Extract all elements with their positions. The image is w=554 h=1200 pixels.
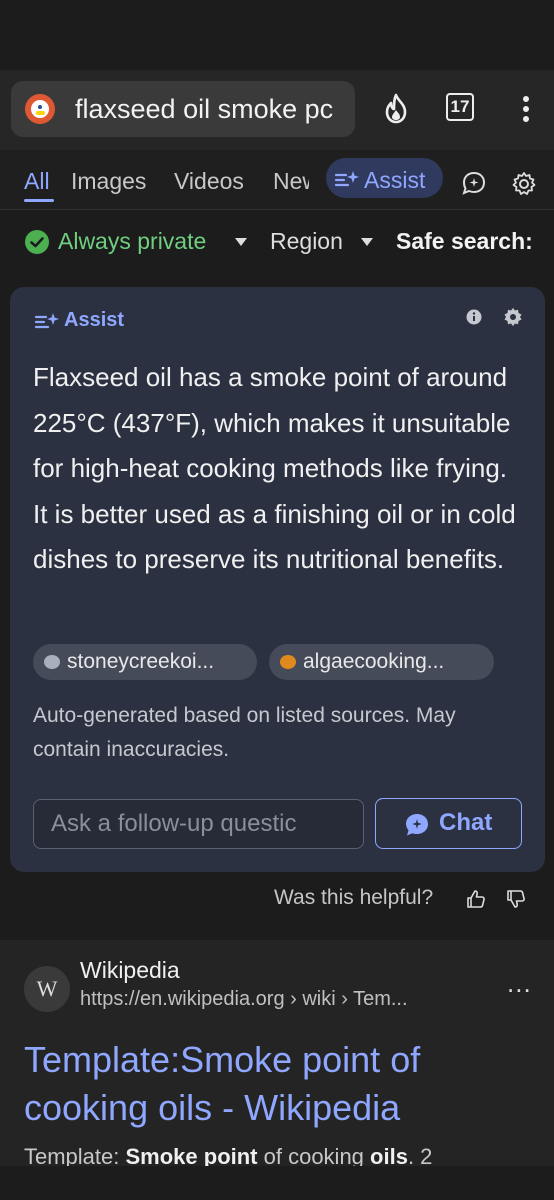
tab-assist[interactable]: Assist — [326, 158, 443, 198]
region-filter[interactable]: Region — [270, 228, 343, 255]
chevron-down-icon — [361, 238, 373, 246]
tabs-counter-button[interactable]: 17 — [446, 93, 474, 121]
feedback-question: Was this helpful? — [274, 886, 434, 909]
chevron-down-icon — [235, 238, 247, 246]
settings-gear-icon[interactable] — [511, 171, 537, 197]
tab-news[interactable]: News — [273, 168, 309, 195]
result-snippet: Template: Smoke point of cooking oils. 2 — [24, 1144, 433, 1166]
result-title-link[interactable]: Template:Smoke point of cooking oils - W… — [24, 1036, 524, 1132]
tab-videos[interactable]: Videos — [174, 168, 244, 195]
safe-search-filter[interactable]: Safe search: — [396, 228, 533, 255]
chat-bubble-icon[interactable] — [461, 170, 487, 196]
chat-button-label: Chat — [439, 809, 493, 836]
address-bar[interactable]: flaxseed oil smoke pc — [11, 81, 355, 137]
site-favicon-avatar: W — [24, 966, 70, 1012]
assist-disclaimer: Auto-generated based on listed sources. … — [33, 704, 456, 761]
result-site-name[interactable]: Wikipedia — [80, 957, 180, 984]
source-favicon-icon — [44, 655, 60, 669]
status-bar — [0, 0, 554, 70]
result-more-options-icon[interactable]: ... — [507, 968, 532, 999]
fire-icon[interactable] — [378, 91, 414, 127]
assist-answer-text: Flaxseed oil has a smoke point of around… — [33, 362, 516, 574]
source-favicon-icon — [280, 655, 296, 669]
address-text[interactable]: flaxseed oil smoke pc — [75, 94, 333, 125]
assist-settings-gear-icon[interactable] — [503, 307, 523, 327]
assist-answer-card: Assist Flaxseed oil has a smoke point of… — [10, 287, 545, 872]
source-chip[interactable]: stoneycreekoi... — [33, 644, 257, 680]
assist-sparkle-icon — [34, 312, 59, 328]
menu-kebab-icon[interactable] — [508, 91, 544, 127]
chat-button[interactable]: Chat — [375, 798, 522, 849]
result-url[interactable]: https://en.wikipedia.org › wiki › Tem... — [80, 988, 408, 1011]
tab-all[interactable]: All — [24, 168, 50, 195]
source-chip-label: stoneycreekoi... — [67, 650, 215, 673]
assist-sparkle-icon — [334, 171, 359, 187]
source-chip[interactable]: algaecooking... — [269, 644, 494, 680]
chat-bubble-icon — [406, 814, 428, 836]
tab-images[interactable]: Images — [71, 168, 146, 195]
info-icon[interactable] — [466, 309, 482, 325]
follow-up-input[interactable]: Ask a follow-up questic — [33, 799, 364, 849]
duckduckgo-logo-icon — [25, 94, 55, 124]
active-tab-indicator — [24, 199, 54, 202]
divider — [0, 209, 554, 210]
check-circle-icon — [25, 230, 49, 254]
assist-card-header: Assist — [34, 309, 124, 332]
thumbs-up-icon[interactable] — [466, 889, 486, 909]
source-chip-label: algaecooking... — [303, 650, 445, 673]
thumbs-down-icon[interactable] — [506, 889, 526, 909]
assist-card-title: Assist — [64, 309, 125, 331]
tab-assist-label: Assist — [364, 167, 426, 193]
bottom-bar — [0, 1166, 554, 1200]
always-private-filter[interactable]: Always private — [58, 228, 206, 255]
